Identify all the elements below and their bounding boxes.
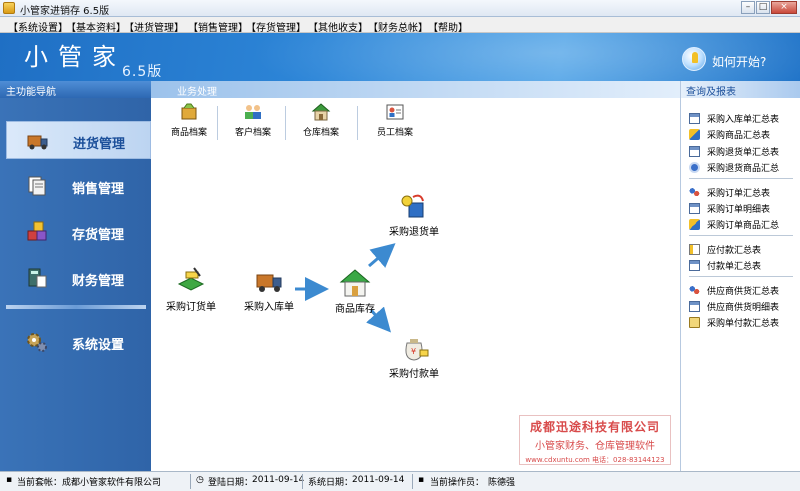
purchase-receipt-node[interactable]: 采购入库单 [239, 266, 299, 313]
menu-inventory[interactable]: 【存货管理】 [246, 19, 306, 34]
purchase-return-node[interactable]: 采购退货单 [379, 193, 449, 238]
account-value: 成都小管家软件有限公司 [62, 478, 162, 488]
status-divider [190, 474, 191, 489]
flow-arrows [295, 243, 396, 333]
document-icon [689, 244, 700, 255]
flow-arrow-to-return [368, 243, 396, 268]
folder-icon [689, 317, 700, 328]
menu-ledger[interactable]: 【财务总帐】 [368, 19, 428, 34]
svg-text:¥: ¥ [411, 347, 416, 356]
menu-basic-data[interactable]: 【基本资料】 [66, 19, 126, 34]
nav-item-sales[interactable]: 销售管理 [6, 167, 151, 205]
operator-icon: ▪ [418, 475, 425, 485]
return-goods-icon [401, 194, 424, 218]
business-panel: 业务处理 商品档案 客户档案 仓库档案 员工档案 采购订货单 采购入库单 商品库… [151, 81, 680, 471]
inventory-node[interactable]: 商品库存 [323, 268, 387, 315]
report-divider [689, 276, 793, 277]
report-divider [689, 235, 793, 236]
node-label: 商品库存 [335, 304, 375, 315]
menu-bar: 【系统设置】 【基本资料】 【进货管理】 【销售管理】 【存货管理】 【其他收支… [0, 17, 800, 34]
title-bar: 小管家进销存 6.5版 – □ × [0, 0, 800, 17]
menu-help[interactable]: 【帮助】 [428, 19, 468, 34]
nav-item-system-settings[interactable]: 系统设置 [6, 323, 151, 361]
nav-item-inventory[interactable]: 存货管理 [6, 213, 151, 251]
status-divider [302, 474, 303, 489]
company-contact: www.cdxuntu.com 电话：028-83144123 [525, 456, 665, 464]
status-bar: ▪ 当前套帐： 成都小管家软件有限公司 ◷ 登陆日期： 2011-09-14 系… [0, 471, 800, 491]
node-label: 采购付款单 [389, 369, 439, 380]
app-name: 小管家 [24, 43, 126, 71]
company-banner: 成都迅途科技有限公司 小管家财务、仓库管理软件 www.cdxuntu.com … [519, 415, 671, 465]
sidebar-title: 主功能导航 [0, 81, 151, 98]
delivery-truck-icon [256, 274, 282, 292]
window-title: 小管家进销存 6.5版 [20, 6, 110, 17]
money-bag-icon: ¥ [405, 339, 429, 361]
nav-item-label: 财务管理 [72, 274, 125, 289]
menu-sales[interactable]: 【销售管理】 [188, 19, 248, 34]
operator-label: 当前操作员： [430, 478, 485, 488]
nav-item-label: 存货管理 [72, 228, 125, 243]
truck-icon [27, 135, 48, 150]
company-name: 成都迅途科技有限公司 [529, 420, 660, 434]
lightbulb-icon[interactable] [682, 47, 706, 71]
nav-item-finance[interactable]: 财务管理 [6, 259, 151, 297]
node-label: 采购退货单 [389, 227, 439, 238]
people-icon [689, 187, 700, 198]
status-divider [412, 474, 413, 489]
company-slogan: 小管家财务、仓库管理软件 [535, 441, 655, 452]
menu-purchase[interactable]: 【进货管理】 [124, 19, 184, 34]
account-label: 当前套帐： [17, 478, 63, 488]
node-label: 采购订货单 [166, 302, 216, 313]
gears-icon [27, 333, 47, 352]
nav-item-label: 销售管理 [72, 182, 125, 197]
table-icon [689, 260, 700, 271]
account-icon: ▪ [6, 475, 13, 485]
calculator-icon [28, 268, 47, 288]
table-icon [689, 301, 700, 312]
table-icon [689, 146, 700, 157]
purchase-payment-node[interactable]: ¥ 采购付款单 [379, 333, 449, 380]
nav-item-purchase[interactable]: 进货管理 [6, 121, 151, 159]
reports-panel-title: 查询及报表 [681, 81, 800, 98]
nav-item-label: 进货管理 [73, 137, 126, 152]
minimize-button[interactable]: – [741, 1, 755, 14]
chart-icon [689, 129, 700, 140]
people-icon [689, 285, 700, 296]
app-icon [3, 2, 15, 14]
how-to-start-link[interactable]: 如何开始? [712, 53, 766, 70]
nav-item-label: 系统设置 [72, 338, 125, 353]
chart-icon [689, 219, 700, 230]
main-navigation: 主功能导航 进货管理 销售管理 存货管理 财务管理 系统设置 [0, 81, 151, 471]
reports-panel: 查询及报表 采购入库单汇总表 采购商品汇总表 采购退货单汇总表 采购退货商品汇总… [680, 81, 800, 471]
system-date-value: 2011-09-14 [352, 475, 405, 485]
purchase-order-node[interactable]: 采购订货单 [159, 266, 223, 313]
login-date-label: 登陆日期： [208, 478, 254, 488]
boxes-icon [27, 221, 47, 241]
sidebar-divider [6, 305, 146, 309]
header-banner: 小管家 6.5版 如何开始? [0, 33, 800, 81]
clock-icon: ◷ [196, 475, 204, 485]
node-label: 采购入库单 [244, 302, 294, 313]
close-button[interactable]: × [771, 1, 797, 14]
table-icon [689, 113, 700, 124]
house-inventory-icon [339, 269, 371, 297]
menu-other-income[interactable]: 【其他收支】 [308, 19, 368, 34]
documents-icon [28, 176, 46, 196]
report-divider [689, 178, 793, 179]
login-date-value: 2011-09-14 [252, 475, 305, 485]
app-version: 6.5版 [122, 64, 163, 80]
system-date-label: 系统日期： [308, 478, 354, 488]
menu-system-settings[interactable]: 【系统设置】 [8, 19, 68, 34]
operator-value: 陈德强 [488, 478, 516, 488]
maximize-button[interactable]: □ [756, 1, 770, 14]
table-icon [689, 203, 700, 214]
order-money-icon [177, 267, 205, 291]
return-arrow-icon [689, 162, 700, 173]
